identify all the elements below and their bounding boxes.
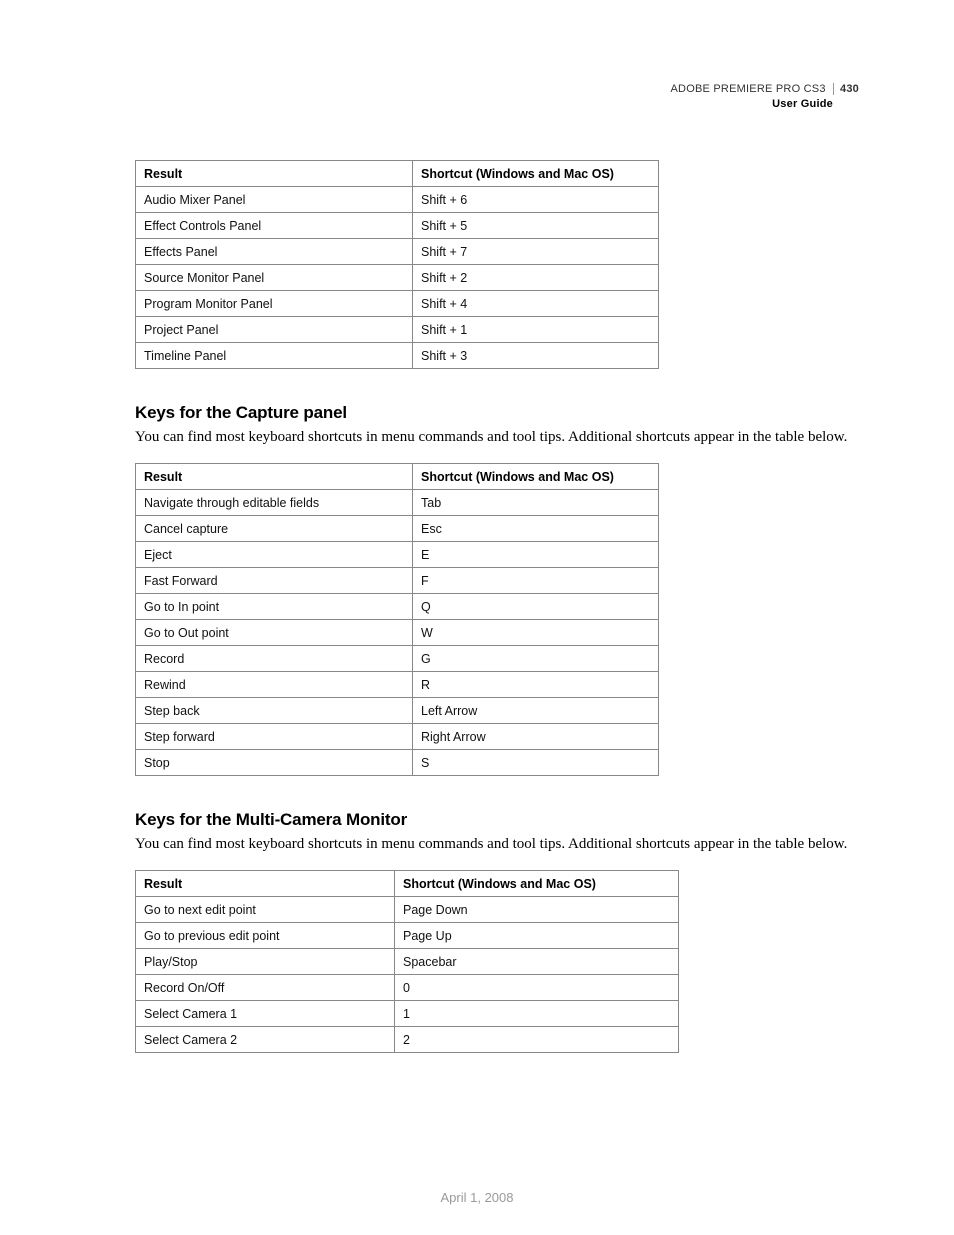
cell-shortcut: Page Up — [395, 923, 679, 949]
cell-shortcut: Shift + 1 — [413, 316, 659, 342]
cell-result: Program Monitor Panel — [136, 290, 413, 316]
cell-result: Fast Forward — [136, 567, 413, 593]
table-row: RecordG — [136, 645, 659, 671]
cell-shortcut: Tab — [413, 489, 659, 515]
table-header-row: Result Shortcut (Windows and Mac OS) — [136, 871, 679, 897]
footer-date: April 1, 2008 — [0, 1190, 954, 1205]
table-row: Timeline PanelShift + 3 — [136, 342, 659, 368]
cell-result: Record On/Off — [136, 975, 395, 1001]
cell-result: Record — [136, 645, 413, 671]
table-row: Step backLeft Arrow — [136, 697, 659, 723]
cell-result: Go to previous edit point — [136, 923, 395, 949]
cell-shortcut: Shift + 4 — [413, 290, 659, 316]
cell-result: Go to next edit point — [136, 897, 395, 923]
cell-shortcut: W — [413, 619, 659, 645]
table-row: Source Monitor PanelShift + 2 — [136, 264, 659, 290]
header-shortcut: Shortcut (Windows and Mac OS) — [413, 160, 659, 186]
table-header-row: Result Shortcut (Windows and Mac OS) — [136, 463, 659, 489]
cell-result: Effects Panel — [136, 238, 413, 264]
table-row: EjectE — [136, 541, 659, 567]
cell-result: Timeline Panel — [136, 342, 413, 368]
cell-shortcut: Spacebar — [395, 949, 679, 975]
table-row: Play/StopSpacebar — [136, 949, 679, 975]
cell-shortcut: 2 — [395, 1027, 679, 1053]
cell-shortcut: S — [413, 749, 659, 775]
table-row: Go to Out pointW — [136, 619, 659, 645]
table-row: Audio Mixer PanelShift + 6 — [136, 186, 659, 212]
cell-result: Effect Controls Panel — [136, 212, 413, 238]
cell-result: Select Camera 1 — [136, 1001, 395, 1027]
cell-shortcut: 0 — [395, 975, 679, 1001]
shortcuts-table-multicam: Result Shortcut (Windows and Mac OS) Go … — [135, 870, 679, 1053]
cell-shortcut: Shift + 3 — [413, 342, 659, 368]
table-row: Go to previous edit pointPage Up — [136, 923, 679, 949]
table-row: Effect Controls PanelShift + 5 — [136, 212, 659, 238]
header-shortcut: Shortcut (Windows and Mac OS) — [413, 463, 659, 489]
table-row: Cancel captureEsc — [136, 515, 659, 541]
section-intro-capture: You can find most keyboard shortcuts in … — [135, 427, 859, 447]
table-row: Step forwardRight Arrow — [136, 723, 659, 749]
cell-shortcut: R — [413, 671, 659, 697]
shortcuts-table-capture: Result Shortcut (Windows and Mac OS) Nav… — [135, 463, 659, 776]
header-result: Result — [136, 463, 413, 489]
table-row: Go to In pointQ — [136, 593, 659, 619]
page-header: ADOBE PREMIERE PRO CS3 430 User Guide — [135, 82, 859, 112]
header-result: Result — [136, 160, 413, 186]
cell-result: Step back — [136, 697, 413, 723]
cell-result: Project Panel — [136, 316, 413, 342]
cell-shortcut: Shift + 2 — [413, 264, 659, 290]
cell-result: Go to Out point — [136, 619, 413, 645]
cell-shortcut: Left Arrow — [413, 697, 659, 723]
table-row: Program Monitor PanelShift + 4 — [136, 290, 659, 316]
cell-shortcut: G — [413, 645, 659, 671]
header-shortcut: Shortcut (Windows and Mac OS) — [395, 871, 679, 897]
cell-shortcut: Shift + 5 — [413, 212, 659, 238]
cell-shortcut: Esc — [413, 515, 659, 541]
table-row: Select Camera 11 — [136, 1001, 679, 1027]
shortcuts-table-panels: Result Shortcut (Windows and Mac OS) Aud… — [135, 160, 659, 369]
cell-shortcut: E — [413, 541, 659, 567]
table-row: Effects PanelShift + 7 — [136, 238, 659, 264]
table-row: Fast ForwardF — [136, 567, 659, 593]
cell-result: Step forward — [136, 723, 413, 749]
table-row: RewindR — [136, 671, 659, 697]
cell-shortcut: 1 — [395, 1001, 679, 1027]
cell-result: Select Camera 2 — [136, 1027, 395, 1053]
product-name: ADOBE PREMIERE PRO CS3 — [670, 83, 825, 95]
page-number: 430 — [833, 83, 859, 95]
cell-result: Stop — [136, 749, 413, 775]
table-row: Project PanelShift + 1 — [136, 316, 659, 342]
cell-result: Source Monitor Panel — [136, 264, 413, 290]
cell-shortcut: F — [413, 567, 659, 593]
table-header-row: Result Shortcut (Windows and Mac OS) — [136, 160, 659, 186]
cell-shortcut: Shift + 7 — [413, 238, 659, 264]
section-intro-multicam: You can find most keyboard shortcuts in … — [135, 834, 859, 854]
cell-shortcut: Right Arrow — [413, 723, 659, 749]
cell-result: Eject — [136, 541, 413, 567]
cell-result: Play/Stop — [136, 949, 395, 975]
table-row: Go to next edit pointPage Down — [136, 897, 679, 923]
cell-result: Cancel capture — [136, 515, 413, 541]
guide-label: User Guide — [135, 97, 859, 112]
cell-result: Navigate through editable fields — [136, 489, 413, 515]
cell-result: Rewind — [136, 671, 413, 697]
cell-result: Go to In point — [136, 593, 413, 619]
cell-result: Audio Mixer Panel — [136, 186, 413, 212]
cell-shortcut: Shift + 6 — [413, 186, 659, 212]
section-heading-multicam: Keys for the Multi-Camera Monitor — [135, 810, 859, 830]
table-row: StopS — [136, 749, 659, 775]
table-row: Record On/Off0 — [136, 975, 679, 1001]
table-row: Navigate through editable fieldsTab — [136, 489, 659, 515]
header-result: Result — [136, 871, 395, 897]
cell-shortcut: Page Down — [395, 897, 679, 923]
table-row: Select Camera 22 — [136, 1027, 679, 1053]
section-heading-capture: Keys for the Capture panel — [135, 403, 859, 423]
cell-shortcut: Q — [413, 593, 659, 619]
